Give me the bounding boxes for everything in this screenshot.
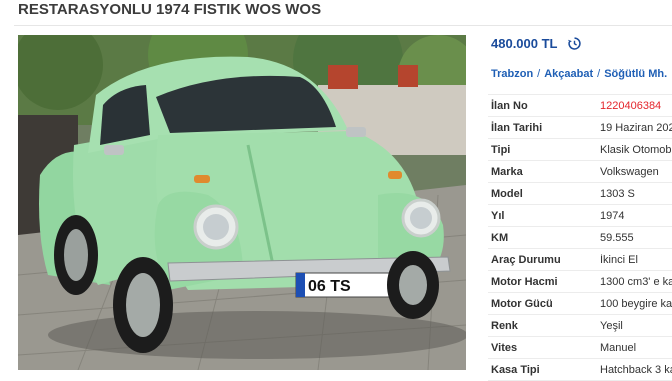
attr-label: Tipi [491, 143, 511, 156]
attr-label: Yıl [491, 209, 505, 222]
attr-value: Klasik Otomobil [600, 143, 672, 156]
attr-label: Model [491, 187, 523, 200]
location-breadcrumb: Trabzon / Akçaabat / Söğütlü Mh. [491, 68, 667, 80]
attr-row-listing-no: İlan No 1220406384 [488, 94, 672, 116]
attr-value: İkinci El [600, 253, 638, 266]
listing-attributes: İlan No 1220406384 İlan Tarihi 19 Haziran … [488, 94, 672, 381]
attr-label: İlan Tarihi [491, 121, 543, 134]
attr-value: 1974 [600, 209, 625, 222]
listing-price: 480.000 TL [491, 35, 558, 51]
attr-value: Manuel [600, 341, 637, 354]
attr-row-year: Yıl 1974 [488, 204, 672, 226]
attr-label: Motor Hacmi [491, 275, 558, 288]
car-photo-illustration: 06 TS [18, 35, 466, 370]
attr-row-listing-date: İlan Tarihi 19 Haziran 2020 [488, 116, 672, 138]
history-icon[interactable] [567, 36, 582, 51]
attr-value: 19 Haziran 2020 [600, 121, 672, 134]
title-divider [14, 25, 672, 26]
breadcrumb-separator: / [537, 68, 541, 80]
attr-value: 1300 cm3' e kadar [600, 275, 672, 288]
attr-label: Kasa Tipi [491, 363, 540, 376]
attr-row-model: Model 1303 S [488, 182, 672, 204]
location-city-link[interactable]: Trabzon [491, 68, 533, 80]
location-neighborhood-link[interactable]: Söğütlü Mh. [604, 68, 667, 80]
attr-row-type: Tipi Klasik Otomobil [488, 138, 672, 160]
attr-value: Hatchback 3 kapı [600, 363, 672, 376]
attr-row-engine-size: Motor Hacmi 1300 cm3' e kadar [488, 270, 672, 292]
attr-label: Renk [491, 319, 518, 332]
attr-row-condition: Araç Durumu İkinci El [488, 248, 672, 270]
attr-label: İlan No [491, 99, 528, 112]
license-plate-text: 06 TS [308, 278, 351, 295]
attr-label: Motor Gücü [491, 297, 553, 310]
attr-value: Yeşil [600, 319, 623, 332]
attr-row-color: Renk Yeşil [488, 314, 672, 336]
attr-value: 100 beygire kadar [600, 297, 672, 310]
attr-value: Volkswagen [600, 165, 659, 178]
attr-row-brand: Marka Volkswagen [488, 160, 672, 182]
attr-label: Marka [491, 165, 523, 178]
breadcrumb-separator: / [597, 68, 601, 80]
attr-label: Vites [491, 341, 518, 354]
attr-row-transmission: Vites Manuel [488, 336, 672, 358]
attr-label: Araç Durumu [491, 253, 561, 266]
attr-value: 1303 S [600, 187, 635, 200]
price-row: 480.000 TL [491, 34, 582, 52]
attr-row-km: KM 59.555 [488, 226, 672, 248]
attr-row-engine-power: Motor Gücü 100 beygire kadar [488, 292, 672, 314]
attr-value: 59.555 [600, 231, 634, 244]
location-district-link[interactable]: Akçaabat [544, 68, 593, 80]
attr-label: KM [491, 231, 509, 244]
listing-photo[interactable]: 06 TS [18, 35, 466, 370]
listing-title: RESTARASYONLU 1974 FISTIK WOS WOS [18, 1, 322, 18]
attr-value: 1220406384 [600, 99, 662, 112]
